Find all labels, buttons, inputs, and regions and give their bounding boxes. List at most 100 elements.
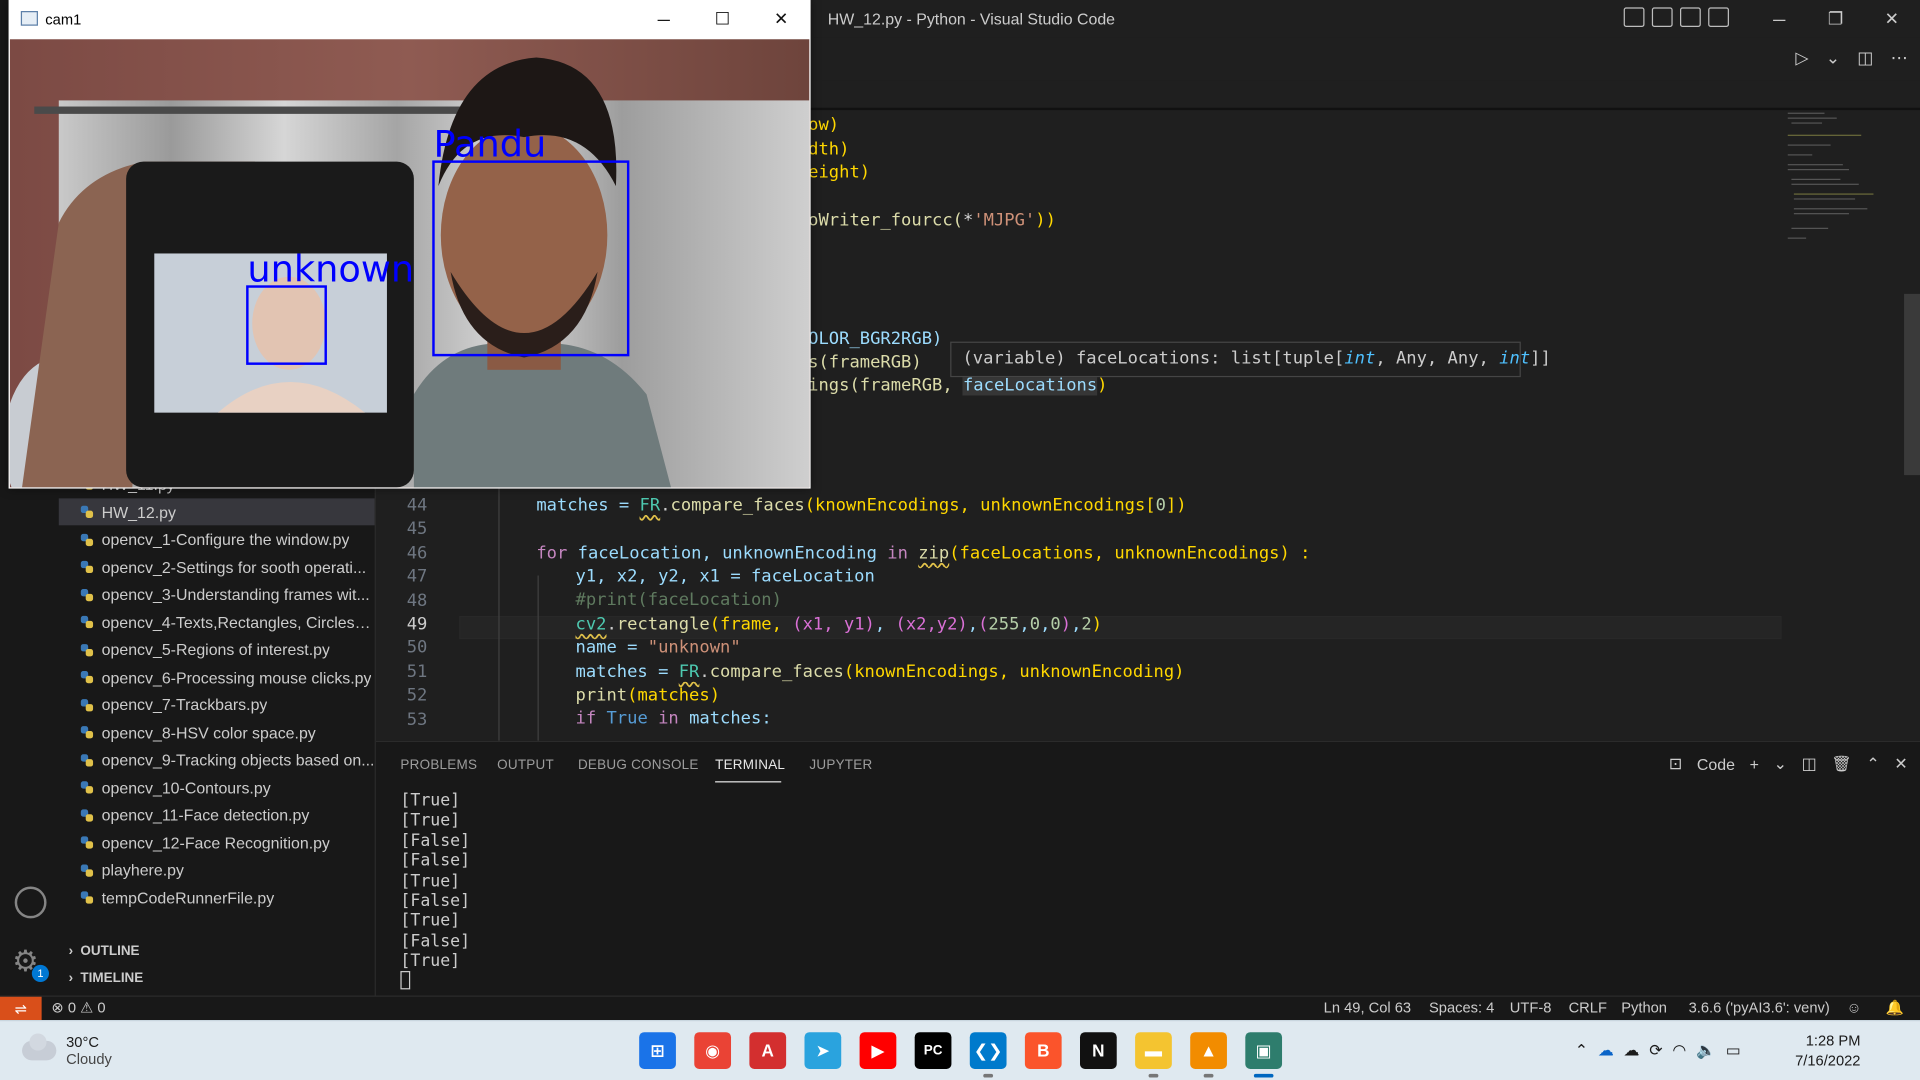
tab-terminal[interactable]: TERMINAL bbox=[715, 758, 785, 773]
close-icon[interactable]: ✕ bbox=[752, 0, 811, 38]
eol-status[interactable]: CRLF bbox=[1569, 999, 1607, 1016]
feedback-icon[interactable]: ☺ bbox=[1847, 999, 1862, 1016]
file-item[interactable]: opencv_10-Contours.py bbox=[59, 774, 375, 801]
telegram-icon[interactable]: ➤ bbox=[804, 1032, 842, 1069]
file-explorer-icon[interactable]: ▬ bbox=[1135, 1032, 1172, 1078]
cam-window-icon[interactable]: ▣ bbox=[1245, 1032, 1283, 1078]
clock[interactable]: 1:28 PM 7/16/2022 bbox=[1795, 1031, 1860, 1070]
terminal-line: [True] bbox=[400, 951, 461, 972]
timeline-section[interactable]: › TIMELINE bbox=[59, 965, 375, 992]
minimize-icon[interactable]: ─ bbox=[634, 0, 693, 38]
more-actions-icon[interactable]: ⋯ bbox=[1891, 48, 1908, 69]
file-item[interactable]: opencv_11-Face detection.py bbox=[59, 801, 375, 828]
windows-start-icon[interactable]: ⊞ bbox=[639, 1032, 676, 1069]
chrome-icon[interactable]: ◉ bbox=[694, 1032, 732, 1069]
weather-widget[interactable]: 30°C Cloudy bbox=[22, 1033, 112, 1068]
cloud-icon bbox=[22, 1033, 57, 1061]
add-terminal-icon[interactable]: + bbox=[1750, 755, 1759, 773]
notifications-icon[interactable]: 🔔 bbox=[1886, 999, 1904, 1016]
sync-icon[interactable]: ⟳ bbox=[1649, 1041, 1662, 1061]
chevron-down-icon[interactable]: ⌄ bbox=[1826, 48, 1840, 69]
file-item[interactable]: opencv_3-Understanding frames wit... bbox=[59, 581, 375, 608]
acrobat-icon[interactable]: A bbox=[749, 1032, 787, 1069]
cursor-position[interactable]: Ln 49, Col 63 bbox=[1324, 999, 1411, 1016]
brave-icon[interactable]: B bbox=[1024, 1032, 1062, 1069]
python-interpreter[interactable]: 3.6.6 ('pyAI3.6': venv) bbox=[1689, 999, 1830, 1016]
language-mode[interactable]: Python bbox=[1621, 999, 1667, 1016]
file-name: opencv_9-Tracking objects based on... bbox=[101, 750, 375, 769]
tab-debug-console[interactable]: DEBUG CONSOLE bbox=[578, 758, 699, 773]
file-name: tempCodeRunnerFile.py bbox=[101, 888, 275, 907]
file-item[interactable]: opencv_1-Configure the window.py bbox=[59, 526, 375, 553]
volume-icon[interactable]: 🔈 bbox=[1696, 1041, 1716, 1061]
split-terminal-icon[interactable]: ◫ bbox=[1802, 754, 1817, 774]
editor-scrollbar[interactable] bbox=[1904, 293, 1920, 476]
file-name: opencv_4-Texts,Rectangles, Circles.py bbox=[101, 612, 375, 632]
tab-output[interactable]: OUTPUT bbox=[497, 758, 554, 773]
line-number: 53 bbox=[406, 709, 428, 730]
python-file-icon bbox=[80, 505, 94, 518]
split-editor-icon[interactable]: ◫ bbox=[1857, 48, 1873, 69]
restore-icon[interactable]: ❐ bbox=[1807, 0, 1863, 38]
customize-layout-icon[interactable] bbox=[1708, 7, 1729, 27]
file-item[interactable]: opencv_6-Processing mouse clicks.py bbox=[59, 664, 375, 691]
onedrive-icon[interactable]: ☁ bbox=[1598, 1041, 1614, 1061]
vscode-icon[interactable]: ❮❯ bbox=[969, 1032, 1007, 1078]
cam-window-title: cam1 bbox=[45, 11, 82, 29]
file-item[interactable]: opencv_2-Settings for sooth operati... bbox=[59, 553, 375, 580]
python-file-icon bbox=[80, 643, 94, 656]
youtube-icon[interactable]: ▶ bbox=[859, 1032, 897, 1069]
remote-indicator-icon[interactable]: ⇌ bbox=[0, 996, 42, 1022]
pycharm-icon[interactable]: PC bbox=[914, 1032, 952, 1069]
close-panel-icon[interactable]: ✕ bbox=[1894, 754, 1907, 774]
file-item[interactable]: opencv_7-Trackbars.py bbox=[59, 691, 375, 718]
file-name: opencv_8-HSV color space.py bbox=[101, 723, 316, 742]
terminal-line: [True] bbox=[400, 811, 461, 831]
wifi-icon[interactable]: ◠ bbox=[1672, 1041, 1686, 1061]
file-item[interactable]: opencv_4-Texts,Rectangles, Circles.py bbox=[59, 609, 375, 636]
chevron-down-icon[interactable]: ⌄ bbox=[1774, 754, 1787, 774]
problems-status[interactable]: ⊗ 0 ⚠ 0 bbox=[51, 999, 105, 1016]
close-icon[interactable]: ✕ bbox=[1864, 0, 1920, 38]
terminal-shell-label[interactable]: Code bbox=[1697, 755, 1735, 773]
active-tab-indicator bbox=[715, 781, 782, 783]
tab-jupyter[interactable]: JUPYTER bbox=[809, 758, 872, 773]
python-file-icon bbox=[80, 836, 94, 849]
toggle-sidebar-icon[interactable] bbox=[1623, 7, 1645, 27]
cloud-icon[interactable]: ☁ bbox=[1624, 1041, 1640, 1061]
cam1-window[interactable]: cam1 ─ ☐ ✕ Pandu unknown bbox=[8, 0, 811, 489]
python-file-icon bbox=[80, 560, 94, 574]
run-icon[interactable]: ▷ bbox=[1795, 48, 1808, 69]
account-icon[interactable] bbox=[14, 886, 47, 919]
file-item[interactable]: playhere.py bbox=[59, 857, 375, 884]
notion-icon[interactable]: N bbox=[1080, 1032, 1117, 1069]
file-name: opencv_3-Understanding frames wit... bbox=[101, 585, 370, 604]
indentation-status[interactable]: Spaces: 4 bbox=[1429, 999, 1494, 1016]
time: 1:28 PM bbox=[1805, 1032, 1861, 1050]
terminal-line: [True] bbox=[400, 911, 461, 932]
vlc-icon[interactable]: ▲ bbox=[1190, 1032, 1227, 1078]
maximize-panel-icon[interactable]: ⌃ bbox=[1866, 754, 1879, 774]
outline-section[interactable]: › OUTLINE bbox=[59, 938, 375, 965]
date: 7/16/2022 bbox=[1795, 1051, 1861, 1069]
battery-icon[interactable]: ▭ bbox=[1726, 1041, 1741, 1061]
minimize-icon[interactable]: ─ bbox=[1751, 0, 1807, 38]
file-item[interactable]: opencv_12-Face Recognition.py bbox=[59, 829, 375, 856]
python-file-icon bbox=[80, 671, 94, 684]
toggle-panel-icon[interactable] bbox=[1651, 7, 1673, 27]
file-item[interactable]: opencv_5-Regions of interest.py bbox=[59, 636, 375, 663]
code-line-49: cv2.rectangle(frame, (x1, y1), (x2,y2),(… bbox=[575, 614, 1103, 635]
file-name: opencv_5-Regions of interest.py bbox=[101, 640, 330, 659]
minimap[interactable] bbox=[1782, 110, 1904, 257]
file-item[interactable]: opencv_9-Tracking objects based on... bbox=[59, 746, 375, 773]
file-item[interactable]: tempCodeRunnerFile.py bbox=[59, 884, 375, 911]
trash-icon[interactable]: 🗑 bbox=[1831, 754, 1851, 774]
file-item[interactable]: HW_12.py bbox=[58, 498, 375, 526]
file-item[interactable]: opencv_8-HSV color space.py bbox=[59, 719, 375, 746]
code-fragment: ings(frameRGB, faceLocations) bbox=[808, 375, 1108, 396]
maximize-icon[interactable]: ☐ bbox=[693, 0, 752, 38]
encoding-status[interactable]: UTF-8 bbox=[1510, 999, 1552, 1016]
toggle-secondary-sidebar-icon[interactable] bbox=[1680, 7, 1701, 27]
chevron-up-icon[interactable]: ⌃ bbox=[1575, 1041, 1588, 1061]
tab-problems[interactable]: PROBLEMS bbox=[400, 758, 477, 773]
